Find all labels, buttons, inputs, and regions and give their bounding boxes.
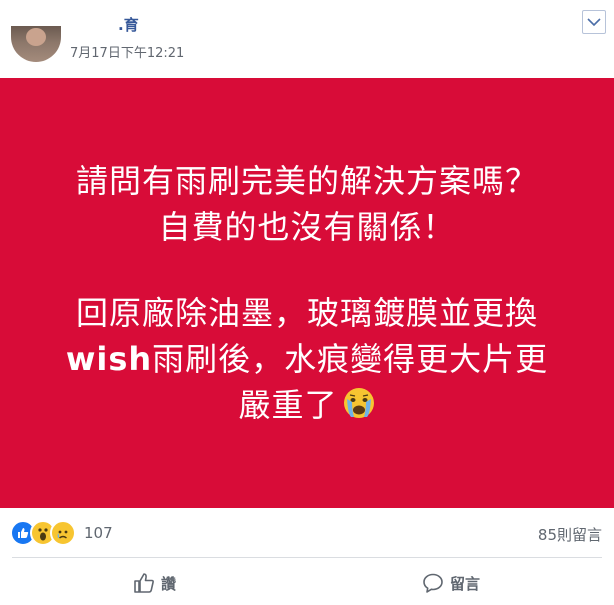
reaction-icons[interactable] (10, 520, 76, 546)
comment-button-label: 留言 (450, 574, 481, 593)
crying-emoji-icon (343, 388, 374, 418)
post-text-line-5: 嚴重了 (238, 382, 375, 428)
post-menu-button[interactable] (582, 10, 606, 34)
actions-divider (12, 557, 602, 558)
comment-button[interactable]: 留言 (422, 568, 480, 598)
post-text-line-1: 請問有雨刷完美的解決方案嗎？ (75, 162, 538, 200)
comment-count[interactable]: 85則留言 (538, 524, 602, 545)
post-text-line-3: 回原廠除油墨，玻璃鍍膜並更換 (75, 294, 538, 332)
post-text-line-5-text: 嚴重了 (238, 386, 338, 424)
reactions-bar: 107 85則留言 (0, 512, 614, 554)
author-name[interactable]: .育 (118, 14, 139, 35)
avatar[interactable] (11, 26, 61, 62)
post-text-brand: wish (65, 340, 153, 378)
post-timestamp[interactable]: 7月17日下午12:21 (70, 42, 184, 61)
comment-bubble-icon (423, 573, 443, 593)
post-header: .育 7月17日下午12:21 (0, 0, 614, 76)
thumbs-up-icon (134, 573, 154, 593)
post-content-card: 請問有雨刷完美的解決方案嗎？ 自費的也沒有關係！ 回原廠除油墨，玻璃鍍膜並更換 … (0, 78, 614, 508)
like-button[interactable]: 讚 (133, 568, 176, 598)
like-button-label: 讚 (161, 574, 177, 593)
post-text-line-2: 自費的也沒有關係！ (158, 208, 456, 246)
post-text-line-4-rest: 雨刷後，水痕變得更大片更 (152, 340, 549, 378)
post-text-line-4: wish雨刷後，水痕變得更大片更 (66, 336, 548, 382)
sad-icon (50, 520, 76, 546)
reaction-count[interactable]: 107 (84, 524, 113, 542)
post-actions: 讚 留言 (0, 560, 614, 605)
chevron-down-icon (587, 18, 601, 27)
